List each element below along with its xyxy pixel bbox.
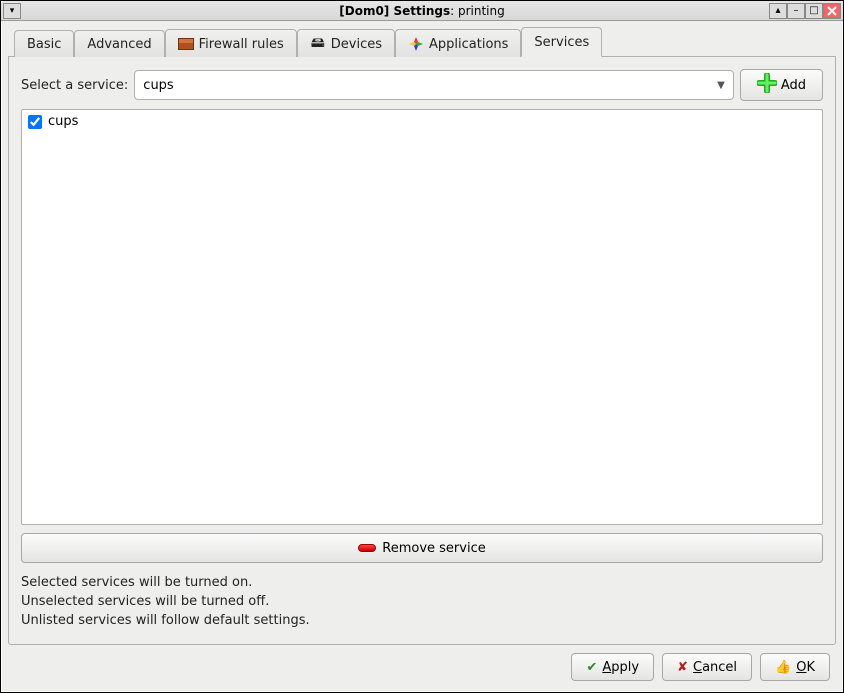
service-combobox[interactable]: cups ▼ bbox=[134, 70, 734, 100]
remove-button-label: Remove service bbox=[382, 541, 485, 556]
tab-firewall[interactable]: Firewall rules bbox=[165, 29, 297, 57]
window-title: [Dom0] Settings: printing bbox=[1, 4, 843, 18]
tab-label: Devices bbox=[331, 37, 382, 52]
title-prefix: [Dom0] bbox=[339, 4, 393, 18]
window-menu-button[interactable]: ▾ bbox=[3, 3, 21, 19]
titlebar: ▾ [Dom0] Settings: printing ▴ – □ bbox=[1, 1, 843, 21]
applications-icon bbox=[408, 36, 424, 52]
close-button[interactable] bbox=[823, 3, 841, 19]
services-panel: Select a service: cups ▼ Add bbox=[8, 57, 836, 645]
cancel-label: Cancel bbox=[693, 660, 737, 675]
hint-text: Unselected services will be turned off. bbox=[21, 594, 823, 609]
service-checkbox[interactable] bbox=[28, 115, 42, 129]
minus-icon bbox=[358, 544, 376, 552]
apply-label: Apply bbox=[602, 660, 639, 675]
title-suffix: : printing bbox=[450, 4, 505, 18]
service-combobox-value: cups bbox=[143, 78, 173, 93]
check-icon: ✔ bbox=[586, 660, 597, 675]
tab-label: Services bbox=[534, 35, 589, 50]
add-service-button[interactable]: Add bbox=[740, 69, 823, 101]
chevron-down-icon: ▼ bbox=[717, 80, 725, 91]
tab-label: Firewall rules bbox=[199, 37, 284, 52]
select-service-label: Select a service: bbox=[21, 78, 128, 93]
maximize-button[interactable]: □ bbox=[805, 3, 823, 19]
devices-icon: 🖴 bbox=[310, 36, 326, 52]
ok-button[interactable]: 👍 OK bbox=[760, 653, 830, 681]
plus-icon bbox=[757, 73, 777, 97]
tab-basic[interactable]: Basic bbox=[14, 30, 74, 57]
minimize-button[interactable]: – bbox=[787, 3, 805, 19]
close-icon bbox=[827, 6, 837, 16]
settings-window: ▾ [Dom0] Settings: printing ▴ – □ Basic … bbox=[0, 0, 844, 693]
services-list[interactable]: cups bbox=[21, 109, 823, 525]
hints: Selected services will be turned on. Uns… bbox=[21, 571, 823, 632]
tab-advanced[interactable]: Advanced bbox=[74, 30, 164, 57]
apply-button[interactable]: ✔ Apply bbox=[571, 653, 654, 681]
tab-services[interactable]: Services bbox=[521, 27, 602, 57]
hint-text: Selected services will be turned on. bbox=[21, 575, 823, 590]
ok-icon: 👍 bbox=[775, 660, 791, 675]
tab-label: Applications bbox=[429, 37, 508, 52]
remove-service-button[interactable]: Remove service bbox=[21, 533, 823, 563]
list-item[interactable]: cups bbox=[24, 112, 820, 131]
title-main: Settings bbox=[393, 4, 450, 18]
cancel-button[interactable]: ✘ Cancel bbox=[662, 653, 752, 681]
service-name: cups bbox=[48, 114, 78, 129]
hint-text: Unlisted services will follow default se… bbox=[21, 613, 823, 628]
ok-label: OK bbox=[796, 660, 815, 675]
shade-button[interactable]: ▴ bbox=[769, 3, 787, 19]
firewall-icon bbox=[178, 36, 194, 52]
tab-label: Advanced bbox=[87, 37, 151, 52]
cancel-icon: ✘ bbox=[677, 660, 688, 675]
add-button-label: Add bbox=[781, 78, 806, 93]
service-select-row: Select a service: cups ▼ Add bbox=[21, 69, 823, 101]
tab-applications[interactable]: Applications bbox=[395, 29, 521, 57]
tab-bar: Basic Advanced Firewall rules 🖴 Devices bbox=[8, 27, 836, 57]
tab-devices[interactable]: 🖴 Devices bbox=[297, 29, 395, 57]
tab-label: Basic bbox=[27, 37, 61, 52]
dialog-footer: ✔ Apply ✘ Cancel 👍 OK bbox=[8, 645, 836, 685]
